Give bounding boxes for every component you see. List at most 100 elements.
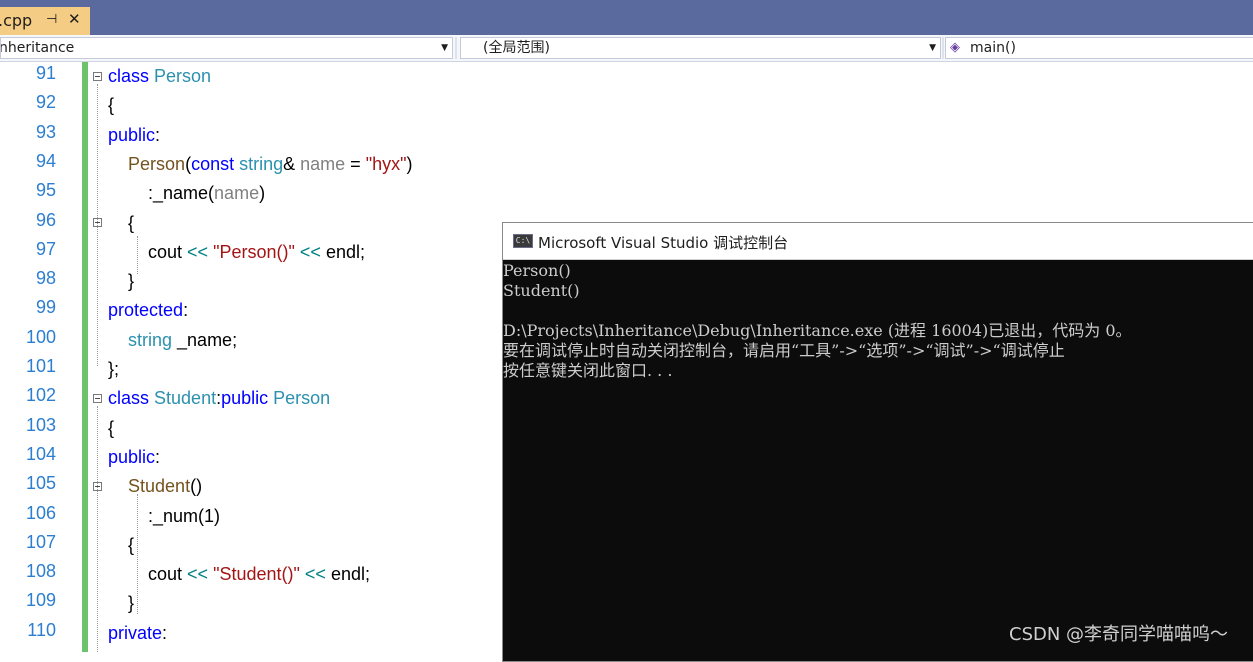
- line-number: 110: [27, 619, 56, 640]
- code-token: endl;: [325, 564, 370, 585]
- code-token: class: [108, 388, 150, 409]
- code-token: string: [128, 329, 173, 350]
- line-number: 97: [35, 238, 56, 259]
- collapse-icon[interactable]: [93, 72, 102, 81]
- console-line: Student(): [503, 281, 580, 300]
- code-token: public: [108, 446, 156, 467]
- console-line: 要在调试停止时自动关闭控制台，请启用“工具”->“选项”->“调试”->“调试停…: [503, 341, 1065, 360]
- tab-source-file[interactable]: .cpp ⊣ ✕: [0, 7, 90, 35]
- code-token: :: [155, 124, 161, 145]
- code-line: :_name(name): [108, 179, 265, 208]
- line-number: 96: [35, 209, 56, 230]
- code-line: Person(const string& name = "hyx"): [108, 150, 412, 179]
- code-line: protected:: [108, 296, 188, 325]
- line-number: 94: [35, 150, 56, 171]
- code-line: string _name;: [108, 326, 237, 355]
- line-number: 98: [35, 268, 56, 289]
- code-token: <<: [187, 241, 209, 262]
- code-line: cout << "Student()" << endl;: [108, 560, 370, 589]
- code-line: private:: [108, 619, 167, 648]
- console-line: D:\Projects\Inheritance\Debug\Inheritanc…: [503, 321, 1132, 340]
- code-line: {: [108, 209, 134, 238]
- code-token: (): [190, 476, 203, 497]
- line-number: 109: [25, 590, 56, 611]
- code-line: }: [108, 267, 134, 296]
- code-token: :_num(1): [108, 505, 221, 526]
- code-token: &: [283, 153, 301, 174]
- code-token: :: [183, 300, 189, 321]
- code-line: public:: [108, 121, 160, 150]
- line-number: 101: [25, 356, 56, 376]
- line-number: 102: [25, 385, 56, 406]
- code-line: }: [108, 589, 134, 618]
- code-token: name: [214, 183, 260, 204]
- line-number: 99: [35, 297, 56, 318]
- code-token: {: [108, 417, 115, 438]
- code-token: private: [108, 622, 163, 643]
- line-number: 108: [25, 561, 56, 582]
- collapse-icon[interactable]: [93, 394, 102, 403]
- member-dropdown[interactable]: ◈ main(): [945, 37, 1253, 59]
- code-line: };: [108, 355, 119, 384]
- code-token: name: [300, 153, 346, 174]
- project-dropdown[interactable]: nheritance ▼: [0, 37, 453, 59]
- method-icon: ◈: [950, 40, 960, 55]
- code-token: =: [345, 153, 366, 174]
- line-number: 107: [25, 531, 56, 552]
- close-icon[interactable]: ✕: [68, 10, 81, 28]
- code-token: "Student()": [213, 564, 300, 585]
- code-token: "hyx": [365, 153, 407, 174]
- indent-guide: [97, 406, 98, 652]
- line-number: 100: [25, 326, 56, 347]
- code-token: Person: [128, 153, 186, 174]
- code-token: endl;: [320, 241, 365, 262]
- code-token: public: [221, 388, 269, 409]
- project-dropdown-label: nheritance: [0, 40, 75, 56]
- line-number: 105: [25, 473, 56, 494]
- indent-guide: [97, 84, 98, 366]
- scope-dropdown[interactable]: (全局范围) ▼: [460, 37, 941, 59]
- code-token: public: [108, 124, 156, 145]
- console-line: Person(): [503, 261, 571, 280]
- code-token: class: [108, 66, 150, 86]
- code-token: _name;: [172, 329, 238, 350]
- console-title-bar[interactable]: C:\ Microsoft Visual Studio 调试控制台: [503, 223, 1253, 260]
- debug-console-window[interactable]: C:\ Microsoft Visual Studio 调试控制台 Person…: [502, 222, 1253, 662]
- code-token: Student: [154, 388, 217, 409]
- code-line: :_num(1): [108, 502, 220, 531]
- scope-dropdown-label: (全局范围): [483, 40, 550, 56]
- code-token: <<: [187, 564, 209, 585]
- nav-separator: [942, 37, 944, 59]
- console-output[interactable]: Person() Student() D:\Projects\Inheritance…: [503, 261, 1253, 661]
- line-number: 93: [35, 121, 56, 142]
- pin-icon[interactable]: ⊣: [46, 12, 57, 27]
- code-token: <<: [304, 564, 326, 585]
- console-app-icon: C:\: [513, 234, 533, 248]
- code-line: {: [108, 531, 134, 560]
- navigation-bar: nheritance ▼ (全局范围) ▼ ◈ main(): [0, 35, 1253, 62]
- code-token: {: [108, 95, 115, 116]
- code-token: :: [162, 622, 168, 643]
- code-token: };: [108, 359, 120, 379]
- code-token: const: [191, 153, 235, 174]
- member-dropdown-label: main(): [970, 40, 1016, 56]
- console-title: Microsoft Visual Studio 调试控制台: [538, 234, 789, 252]
- chevron-down-icon: ▼: [441, 43, 448, 53]
- line-number: 106: [25, 502, 56, 523]
- code-token: :: [155, 446, 161, 467]
- code-token: <<: [299, 241, 321, 262]
- document-tab-strip: .cpp ⊣ ✕: [0, 0, 1253, 35]
- code-line: class Person: [108, 62, 211, 91]
- code-token: :_name(: [108, 183, 215, 204]
- line-number: 95: [35, 180, 56, 201]
- console-line: 按任意键关闭此窗口. . .: [503, 361, 673, 380]
- line-number: 92: [35, 92, 56, 113]
- code-token: ): [406, 153, 413, 174]
- line-number: 91: [35, 63, 56, 83]
- code-token: }: [108, 271, 135, 292]
- code-token: {: [108, 534, 135, 555]
- code-token: cout: [108, 564, 188, 585]
